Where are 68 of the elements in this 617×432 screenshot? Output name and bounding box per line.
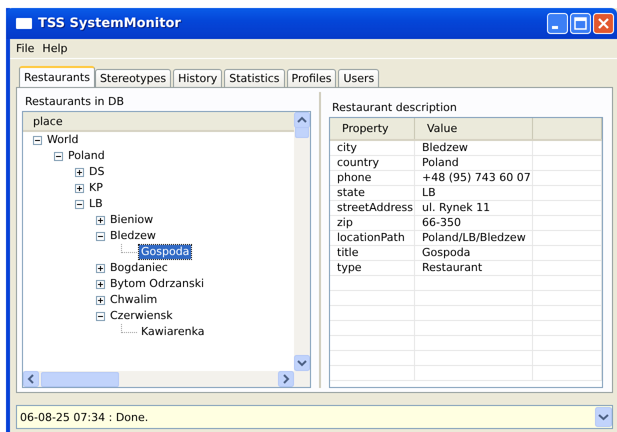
tree-item[interactable]: Gospoda (139, 245, 192, 259)
maximize-icon[interactable] (570, 13, 591, 34)
table-cell: country (337, 156, 380, 169)
column-header[interactable]: Property (330, 118, 414, 140)
table-cell: title (337, 246, 359, 259)
table-cell: state (337, 186, 365, 199)
tab[interactable]: Restaurants (19, 66, 95, 87)
column-header[interactable]: place (33, 114, 63, 128)
expand-icon[interactable] (96, 296, 105, 304)
scroll-down-icon[interactable] (294, 355, 310, 371)
expand-icon[interactable] (96, 216, 105, 224)
tab[interactable]: Statistics (224, 69, 285, 87)
table-cell: streetAddress (337, 201, 413, 214)
dropdown-icon[interactable] (595, 407, 612, 427)
expand-icon[interactable] (96, 280, 105, 288)
collapse-icon[interactable] (33, 136, 42, 144)
tree-item[interactable]: DS (87, 165, 106, 179)
expand-icon[interactable] (75, 184, 84, 192)
scroll-left-icon[interactable] (23, 371, 39, 387)
tree-item[interactable]: Poland (66, 149, 107, 163)
collapse-icon[interactable] (75, 200, 84, 208)
close-icon[interactable] (593, 13, 614, 34)
scroll-up-icon[interactable] (294, 112, 310, 128)
tree-item[interactable]: Bogdaniec (108, 261, 170, 275)
panel-title: Restaurant description (331, 100, 458, 116)
tab[interactable]: Stereotypes (94, 69, 172, 87)
table-cell: LB (422, 186, 436, 199)
app-icon (16, 18, 32, 29)
tree-item[interactable]: KP (87, 181, 105, 195)
minimize-icon[interactable] (547, 13, 568, 34)
tree-item[interactable]: Bytom Odrzanski (108, 277, 206, 291)
table-cell: Restaurant (422, 261, 482, 274)
table-cell: type (337, 261, 362, 274)
tab[interactable]: Users (338, 69, 380, 87)
collapse-icon[interactable] (96, 232, 105, 240)
tree-view[interactable]: place World Poland DS KP LB Bieniow Bledzew Gospoda Bogdaniec Bytom Odrzanski Chwalim Czerwiensk Kawiarenka (22, 111, 311, 388)
tree-item[interactable]: Czerwiensk (108, 309, 175, 323)
tree-item[interactable]: LB (87, 197, 105, 211)
menu-item[interactable]: Help (38, 42, 72, 55)
tree-item[interactable]: Chwalim (108, 293, 160, 307)
table-cell: 66-350 (422, 216, 461, 229)
expand-icon[interactable] (96, 264, 105, 272)
tree-item[interactable]: Bledzew (108, 229, 158, 243)
scroll-right-icon[interactable] (278, 371, 294, 387)
table-cell: +48 (95) 743 60 07 (422, 171, 531, 184)
tab[interactable]: History (173, 69, 222, 87)
tree-item[interactable]: World (45, 133, 81, 147)
table-cell: phone (337, 171, 372, 184)
menu-item[interactable]: File (12, 42, 38, 55)
tree-item[interactable]: Bieniow (108, 213, 156, 227)
table-cell: zip (337, 216, 353, 229)
tab[interactable]: Profiles (286, 69, 336, 87)
table-cell: Gospoda (422, 246, 470, 259)
table-cell: Bledzew (422, 141, 468, 154)
table-cell: locationPath (337, 231, 405, 244)
panel-title: Restaurants in DB (24, 94, 125, 110)
collapse-icon[interactable] (96, 312, 105, 320)
table-cell: ul. Rynek 11 (422, 201, 490, 214)
table-cell: city (337, 141, 357, 154)
column-header[interactable]: Value (414, 118, 532, 140)
collapse-icon[interactable] (54, 152, 63, 160)
tree-item[interactable]: Kawiarenka (139, 325, 206, 339)
status-text: 06-08-25 07:34 : Done. (20, 410, 148, 424)
window-title: TSS SystemMonitor (38, 16, 182, 31)
expand-icon[interactable] (75, 168, 84, 176)
table-cell: Poland/LB/Bledzew (422, 231, 526, 244)
scrollbar-thumb[interactable] (41, 372, 119, 386)
table-cell: Poland (422, 156, 459, 169)
